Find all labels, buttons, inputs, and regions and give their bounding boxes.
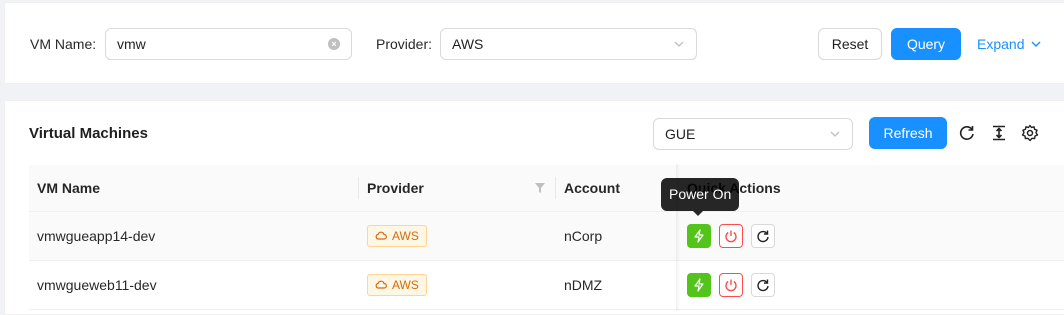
provider-cell: AWS (359, 211, 556, 261)
vm-name-label: VM Name: (30, 36, 97, 52)
group-filter-value: GUE (665, 126, 696, 142)
account-cell: nDMZ (556, 260, 679, 310)
provider-tag: AWS (367, 224, 427, 247)
search-panel: VM Name: vmw × Provider: AWS Reset Query… (4, 2, 1064, 84)
tooltip-text: Power On (669, 186, 732, 202)
table-row[interactable]: vmwgueapp14-dev AWS nCorp (29, 211, 1064, 261)
clear-icon[interactable]: × (328, 38, 340, 50)
provider-tag-label: AWS (392, 228, 419, 243)
vm-name-input[interactable]: vmw × (105, 28, 352, 60)
provider-tag-label: AWS (392, 277, 419, 292)
provider-cell: AWS (359, 260, 556, 310)
quick-actions-cell (679, 260, 1064, 310)
table-row[interactable]: vmwgueweb11-dev AWS nDMZ (29, 260, 1064, 310)
vm-name-value: vmw (117, 36, 146, 52)
restart-button[interactable] (751, 223, 775, 248)
poweroff-icon (725, 279, 737, 291)
provider-value: AWS (452, 36, 484, 52)
table-title: Virtual Machines (29, 125, 148, 142)
chevron-down-icon (830, 131, 840, 137)
tooltip-arrow (693, 211, 703, 216)
restart-button[interactable] (751, 272, 775, 297)
group-filter-select[interactable]: GUE (653, 118, 853, 150)
quick-actions (687, 223, 1061, 248)
vm-table: VM Name Provider Account Quick Actions v… (29, 165, 1064, 310)
chevron-down-icon (1031, 41, 1041, 47)
power-off-button[interactable] (719, 223, 743, 248)
filter-icon[interactable] (534, 182, 546, 194)
vm-name-cell: vmwgueapp14-dev (29, 211, 359, 261)
table-header-row: VM Name Provider Account Quick Actions (29, 165, 1064, 212)
power-on-button[interactable] (687, 272, 711, 297)
column-label: Provider (367, 179, 424, 196)
refresh-button[interactable]: Refresh (869, 117, 947, 149)
thunderbolt-icon (694, 277, 704, 292)
thunderbolt-icon (694, 228, 704, 243)
column-label: VM Name (37, 179, 101, 196)
column-header-provider[interactable]: Provider (359, 165, 556, 212)
redo-icon (757, 279, 769, 291)
reset-button[interactable]: Reset (818, 28, 882, 60)
provider-tag: AWS (367, 273, 427, 296)
cloud-icon (375, 231, 387, 240)
column-height-icon[interactable] (990, 124, 1008, 142)
query-button[interactable]: Query (891, 28, 961, 60)
expand-link[interactable]: Expand (977, 36, 1042, 52)
reload-icon[interactable] (958, 124, 976, 142)
expand-label: Expand (977, 36, 1025, 52)
column-header-vm-name[interactable]: VM Name (29, 165, 359, 212)
provider-label: Provider: (376, 36, 433, 52)
column-label: Account (564, 179, 620, 196)
provider-select[interactable]: AWS (440, 28, 697, 60)
power-on-button[interactable] (687, 223, 711, 248)
chevron-down-icon (674, 41, 684, 47)
quick-actions-cell (679, 211, 1064, 261)
power-on-tooltip: Power On (661, 178, 740, 216)
account-cell: nCorp (556, 211, 679, 261)
quick-actions (687, 272, 1061, 297)
cloud-icon (375, 280, 387, 289)
vm-table-card: Virtual Machines GUE Refresh VM Name Pro… (4, 100, 1064, 315)
poweroff-icon (725, 230, 737, 242)
vm-name-cell: vmwgueweb11-dev (29, 260, 359, 310)
redo-icon (757, 230, 769, 242)
power-off-button[interactable] (719, 272, 743, 297)
setting-icon[interactable] (1021, 124, 1039, 142)
